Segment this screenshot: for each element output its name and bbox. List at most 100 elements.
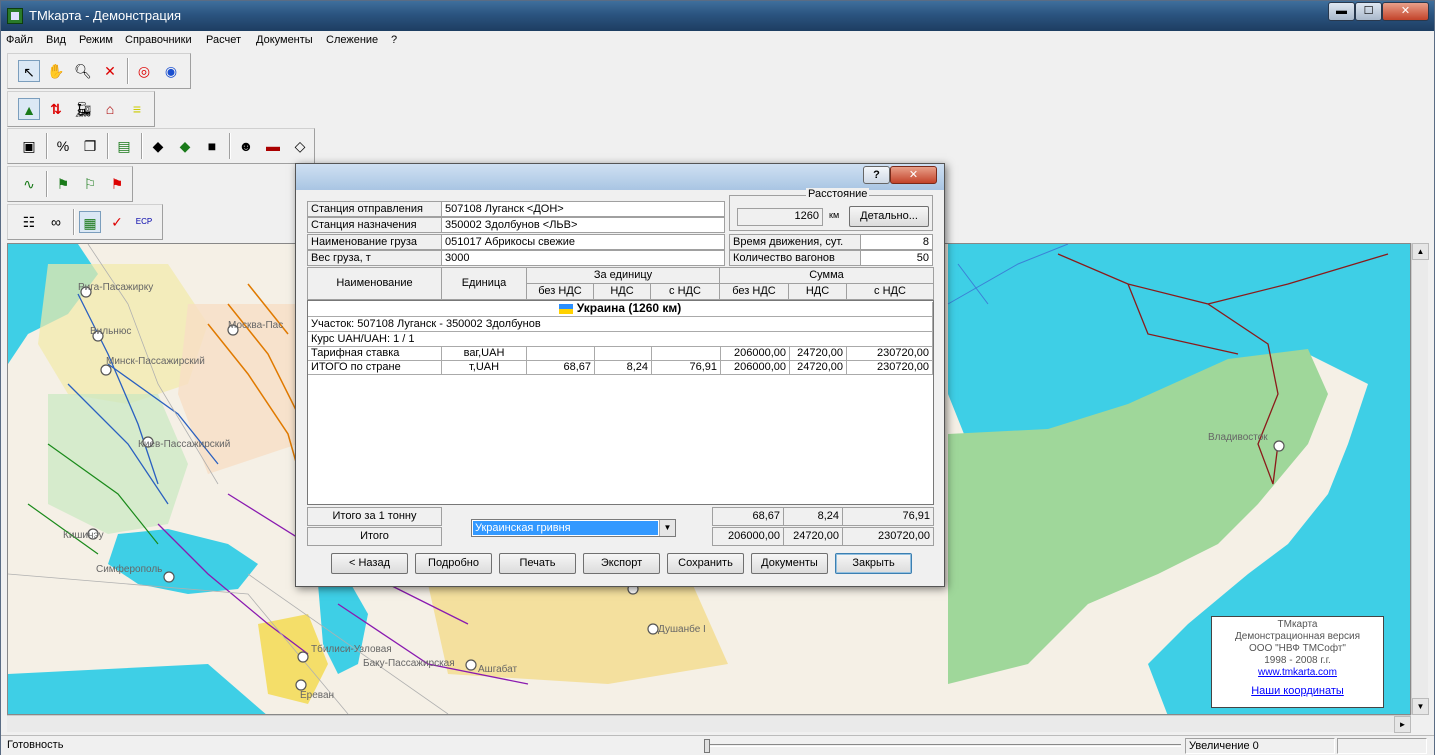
- documents-button[interactable]: Документы: [751, 553, 828, 574]
- maximize-button[interactable]: ☐: [1355, 2, 1382, 21]
- scroll-down-icon[interactable]: ▼: [1412, 698, 1429, 715]
- toolbar-3: ▣ % ❐ ▤ ◆ ◆ ■ ☻ ▬ ◇: [7, 128, 315, 164]
- menu-help[interactable]: ?: [391, 34, 397, 46]
- toolbar-5: ☷ ∞ ▦ ✓ ECP: [7, 204, 163, 240]
- properties-icon[interactable]: ☷: [18, 211, 40, 233]
- table-row-unit: ваг,UAH: [442, 347, 527, 361]
- table-row-sum-vat: 24720,00: [790, 347, 847, 361]
- map-horizontal-scrollbar[interactable]: ►: [7, 715, 1411, 733]
- scroll-right-icon[interactable]: ►: [1394, 716, 1411, 733]
- wagon-icon[interactable]: ▬: [262, 135, 284, 157]
- binoculars-icon[interactable]: ∞: [45, 211, 67, 233]
- destination-label: Станция назначения: [307, 217, 442, 233]
- tag-icon[interactable]: ◇: [289, 135, 311, 157]
- toolbar-separator: [73, 209, 75, 235]
- save-button[interactable]: Сохранить: [667, 553, 744, 574]
- table-row-name: ИТОГО по стране: [308, 361, 442, 375]
- distance-detail-button[interactable]: Детально...: [849, 206, 929, 227]
- layers-icon[interactable]: ≡: [126, 98, 148, 120]
- export-button[interactable]: Экспорт: [583, 553, 660, 574]
- city-label: Баку-Пассажирская: [363, 658, 455, 669]
- user-card-icon[interactable]: ▣: [18, 135, 40, 157]
- toolbar-4: ∿ ⚑ ⚐ ⚑: [7, 166, 133, 202]
- print-button[interactable]: Печать: [499, 553, 576, 574]
- info-title: TMкарта: [1277, 619, 1318, 630]
- table-row-sum-vat: 24720,00: [790, 361, 847, 375]
- departure-label: Станция отправления: [307, 201, 442, 217]
- table-row-sum-novat: 206000,00: [721, 347, 790, 361]
- col-header-per-unit-novat: без НДС: [526, 283, 594, 300]
- pyramid-icon[interactable]: ▲: [18, 98, 40, 120]
- menu-directories[interactable]: Справочники: [125, 34, 192, 46]
- money-icon[interactable]: ▤: [113, 135, 135, 157]
- exchange-icon[interactable]: ⇅: [45, 98, 67, 120]
- table-row-unit-novat: 68,67: [527, 361, 595, 375]
- table-row-unit-vat: [595, 347, 652, 361]
- copy-icon[interactable]: ❐: [79, 135, 101, 157]
- wagons-label: Количество вагонов: [729, 250, 861, 266]
- menu-tracking[interactable]: Слежение: [326, 34, 378, 46]
- main-window: TMkарта - Демонстрация ▬ ☐ ✕ Файл Вид Ре…: [0, 0, 1435, 755]
- flag-green-icon[interactable]: ⚑: [52, 173, 74, 195]
- book-black-icon[interactable]: ◆: [147, 135, 169, 157]
- city-label: Симферополь: [96, 563, 162, 575]
- col-header-name: Наименование: [307, 267, 442, 300]
- route-flag-icon[interactable]: ⚐: [79, 173, 101, 195]
- ukraine-zone: [48, 394, 188, 534]
- delete-icon[interactable]: ✕: [99, 60, 121, 82]
- scroll-up-icon[interactable]: ▲: [1412, 243, 1429, 260]
- total-vat: 24720,00: [783, 527, 843, 546]
- check-route-icon[interactable]: ✓: [106, 211, 128, 233]
- percent-icon[interactable]: %: [52, 135, 74, 157]
- dialog-close-button[interactable]: ✕: [890, 166, 937, 184]
- destination-value: 350002 Здолбунов <ЛЬВ>: [441, 217, 725, 233]
- locomotive-icon[interactable]: 🚂︎: [72, 98, 94, 120]
- map-vertical-scrollbar[interactable]: ▲ ▼: [1411, 243, 1429, 715]
- box-icon[interactable]: ■: [201, 135, 223, 157]
- zoom-slider-track[interactable]: [706, 744, 1181, 747]
- books-green-icon[interactable]: ◆: [174, 135, 196, 157]
- cargo-value: 051017 Абрикосы свежие: [441, 234, 725, 250]
- tariff-grid[interactable]: Украина (1260 км) Участок: 507108 Луганс…: [307, 300, 934, 505]
- close-button[interactable]: ✕: [1382, 2, 1429, 21]
- website-link[interactable]: www.tmkarta.com: [1258, 667, 1337, 678]
- table-row-unit: т,UAH: [442, 361, 527, 375]
- zoom-slider-thumb[interactable]: [704, 739, 710, 753]
- minimize-button[interactable]: ▬: [1328, 2, 1355, 21]
- col-header-sum-withvat: с НДС: [846, 283, 934, 300]
- info-edition: Демонстрационная версия: [1235, 631, 1360, 642]
- detail-button[interactable]: Подробно: [415, 553, 492, 574]
- city-label: Кишинэу: [63, 530, 104, 541]
- total-withvat: 230720,00: [842, 527, 934, 546]
- pointer-icon[interactable]: ↖: [18, 60, 40, 82]
- total-novat: 206000,00: [712, 527, 784, 546]
- table-row-unit-novat: [527, 347, 595, 361]
- zoom-icon[interactable]: 🔍︎: [72, 60, 94, 82]
- menu-documents[interactable]: Документы: [256, 34, 313, 46]
- menu-mode[interactable]: Режим: [79, 34, 113, 46]
- driver-icon[interactable]: ☻: [235, 135, 257, 157]
- route-icon[interactable]: ∿: [18, 173, 40, 195]
- menu-view[interactable]: Вид: [46, 34, 66, 46]
- status-bar: Готовность Увеличение 0: [1, 735, 1434, 755]
- toolbar-separator: [141, 133, 143, 159]
- currency-select[interactable]: Украинская гривня ▼: [471, 519, 676, 537]
- close-dialog-button[interactable]: Закрыть: [835, 553, 912, 574]
- coordinates-link[interactable]: Наши координаты: [1251, 685, 1344, 697]
- chevron-down-icon[interactable]: ▼: [659, 520, 675, 536]
- station-icon[interactable]: ⌂: [99, 98, 121, 120]
- per-ton-vat: 8,24: [783, 507, 843, 526]
- menu-calculation[interactable]: Расчет: [206, 34, 241, 46]
- dialog-title-bar: ? ✕: [296, 164, 944, 190]
- back-button[interactable]: < Назад: [331, 553, 408, 574]
- compass-icon[interactable]: ◉: [160, 60, 182, 82]
- map-find-icon[interactable]: ▦: [79, 211, 101, 233]
- menu-file[interactable]: Файл: [6, 34, 33, 46]
- target-icon[interactable]: ◎: [133, 60, 155, 82]
- city-label: Киев-Пассажирский: [138, 439, 230, 450]
- dialog-help-button[interactable]: ?: [863, 166, 890, 184]
- flag-red-icon[interactable]: ⚑: [106, 173, 128, 195]
- city-label: Ашгабат: [478, 663, 518, 675]
- hand-icon[interactable]: ✋: [45, 60, 67, 82]
- ecp-route-icon[interactable]: ECP: [133, 211, 155, 233]
